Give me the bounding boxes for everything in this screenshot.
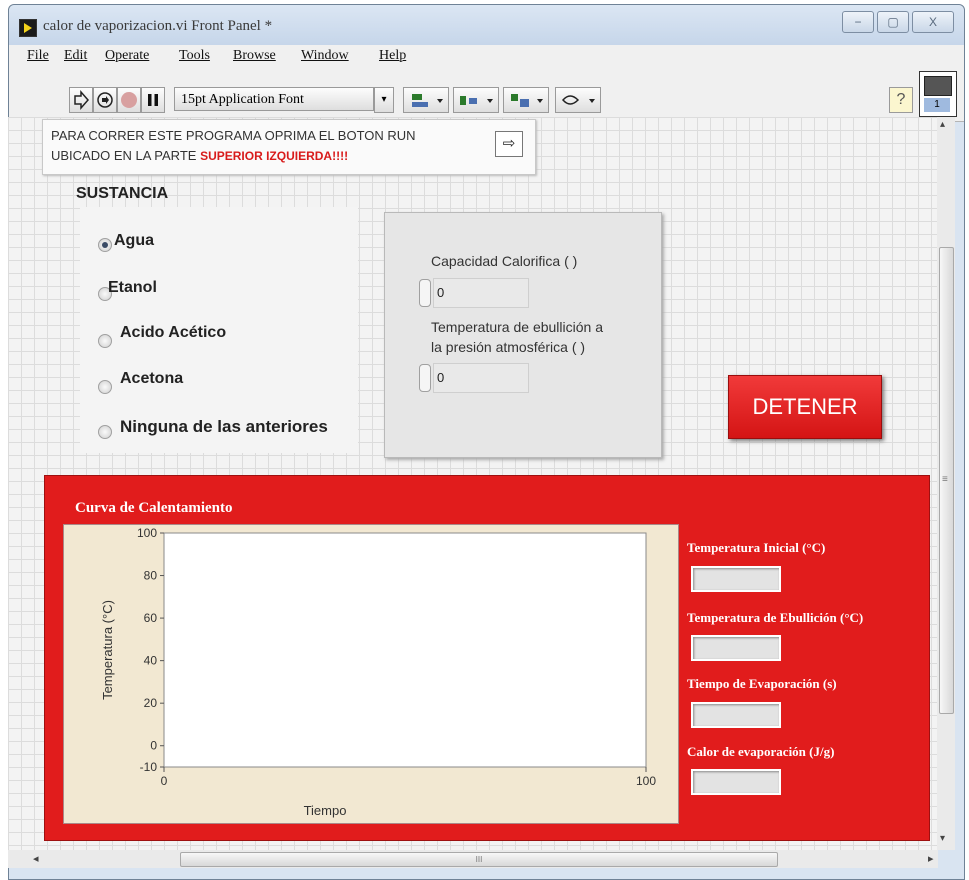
graph-frame: 100 80 60 40 20 0 -10 0 100 Tiempo Temperatura (°C…	[63, 524, 679, 824]
abort-button[interactable]	[117, 87, 141, 113]
vertical-scroll-thumb[interactable]: ≡	[939, 247, 954, 714]
radio-agua[interactable]	[98, 238, 112, 252]
scroll-right-arrow[interactable]: ▸	[928, 852, 934, 865]
menu-browse[interactable]: Browse	[233, 48, 276, 64]
label-acido-acetico: Acido Acético	[120, 324, 227, 341]
horizontal-scrollbar[interactable]: ◂ III ▸	[8, 850, 938, 868]
x-tick-label: 0	[161, 774, 168, 788]
instructions-line1: PARA CORRER ESTE PROGRAMA OPRIMA EL BOTO…	[51, 128, 416, 143]
resize-objects-icon	[511, 94, 543, 107]
scroll-down-arrow[interactable]: ▾	[940, 833, 945, 844]
label-acetona: Acetona	[120, 370, 184, 387]
temp-input[interactable]: 0	[433, 363, 529, 393]
instructions-line2-prefix: UBICADO EN LA PARTE	[51, 148, 201, 163]
abort-stop-icon	[121, 92, 137, 108]
y-tick-label: 60	[144, 611, 158, 625]
temp-label-line1: Temperatura de ebullición a	[431, 319, 603, 335]
connector-pane: 1	[924, 98, 950, 112]
temp-inicial-indicator	[691, 566, 781, 592]
align-objects-button[interactable]	[403, 87, 449, 113]
y-tick-label: 100	[137, 526, 157, 540]
reorder-icon	[562, 95, 595, 105]
maximize-button[interactable]: ▢	[877, 11, 909, 33]
context-help-button[interactable]: ?	[889, 87, 913, 113]
temp-incrementer[interactable]	[419, 364, 431, 392]
radio-acido-acetico[interactable]	[98, 334, 112, 348]
menu-edit[interactable]: Edit	[64, 48, 87, 64]
scroll-left-arrow[interactable]: ◂	[33, 852, 39, 865]
sustancia-title: SUSTANCIA	[76, 185, 169, 202]
instructions-box: PARA CORRER ESTE PROGRAMA OPRIMA EL BOTO…	[42, 119, 536, 175]
run-arrow-icon	[74, 90, 89, 110]
menu-operate[interactable]: Operate	[105, 48, 149, 64]
label-ninguna: Ninguna de las anteriores	[120, 417, 328, 436]
run-button[interactable]	[69, 87, 93, 113]
capacidad-input[interactable]: 0	[433, 278, 529, 308]
y-tick-label: 20	[144, 696, 158, 710]
calor-evaporacion-indicator	[691, 769, 781, 795]
chart-title: Curva de Calentamiento	[75, 500, 233, 516]
close-button[interactable]: X	[912, 11, 954, 33]
results-panel: Curva de Calentamiento 100 80 60 40 20 0 -10 0 1…	[44, 475, 930, 841]
align-objects-icon	[412, 94, 443, 107]
temp-ebullicion-indicator	[691, 635, 781, 661]
menu-bar: File Edit Operate Tools Browse Window He…	[9, 45, 964, 67]
vertical-scrollbar[interactable]: ▴ ≡ ▾	[937, 117, 955, 850]
x-tick-label: 100	[636, 774, 656, 788]
menu-tools[interactable]: Tools	[179, 48, 210, 64]
scroll-up-arrow[interactable]: ▴	[940, 119, 945, 130]
temp-ebullicion-label: Temperatura de Ebullición (°C)	[687, 610, 864, 625]
run-continuously-button[interactable]	[93, 87, 117, 113]
vi-icon-screen	[924, 76, 952, 96]
resize-objects-button[interactable]	[503, 87, 549, 113]
radio-acetona[interactable]	[98, 380, 112, 394]
run-continuously-icon	[97, 92, 113, 108]
pause-icon	[148, 94, 158, 106]
vi-icon[interactable]: 1	[919, 71, 957, 117]
window-title: calor de vaporizacion.vi Front Panel *	[43, 18, 273, 34]
label-agua: Agua	[114, 232, 154, 249]
toolbar: 15pt Application Font ▾ ? 1	[9, 67, 964, 122]
tiempo-evaporacion-indicator	[691, 702, 781, 728]
menu-help[interactable]: Help	[379, 48, 406, 64]
title-bar: calor de vaporizacion.vi Front Panel * −…	[9, 5, 964, 45]
menu-file[interactable]: File	[27, 48, 49, 64]
calor-evaporacion-label: Calor de evaporación (J/g)	[687, 744, 835, 759]
heating-curve-chart: 100806040200-100 100TiempoTemperatura (°C…	[100, 526, 656, 818]
detener-button[interactable]: DETENER	[728, 375, 882, 439]
temp-label-line2: la presión atmosférica ( )	[431, 339, 586, 355]
y-tick-label: 0	[150, 739, 157, 753]
reorder-button[interactable]	[555, 87, 601, 113]
instructions-highlight: SUPERIOR IZQUIERDA!!!!	[200, 149, 349, 163]
temp-inicial-label: Temperatura Inicial (°C)	[687, 540, 826, 555]
horizontal-scroll-thumb[interactable]: III	[180, 852, 778, 867]
distribute-objects-button[interactable]	[453, 87, 499, 113]
temp-value: 0	[437, 370, 445, 385]
plot-area	[163, 532, 647, 768]
x-axis-label: Tiempo	[304, 803, 347, 818]
label-etanol: Etanol	[108, 279, 157, 296]
distribute-objects-icon	[460, 96, 493, 105]
capacidad-label: Capacidad Calorifica ( )	[431, 253, 578, 269]
tiempo-evaporacion-label: Tiempo de Evaporación (s)	[687, 676, 837, 691]
run-arrow-icon: ⇨	[495, 131, 523, 157]
properties-panel: Capacidad Calorifica ( ) 0 Temperatura d…	[384, 212, 662, 458]
pause-button[interactable]	[141, 87, 165, 113]
y-tick-label: 40	[144, 654, 158, 668]
y-axis-label: Temperatura (°C)	[100, 600, 115, 700]
minimize-button[interactable]: −	[842, 11, 874, 33]
capacidad-value: 0	[437, 285, 445, 300]
y-tick-label: 80	[144, 569, 158, 583]
y-tick-label: -10	[140, 760, 158, 774]
scroll-grip: ≡	[942, 474, 948, 485]
front-panel: PARA CORRER ESTE PROGRAMA OPRIMA EL BOTO…	[8, 117, 938, 850]
instructions-line2: UBICADO EN LA PARTE SUPERIOR IZQUIERDA!!…	[51, 148, 348, 163]
labview-app-icon	[19, 19, 37, 37]
font-selector[interactable]: 15pt Application Font	[174, 87, 374, 111]
font-dropdown-icon[interactable]: ▾	[374, 87, 394, 113]
menu-window[interactable]: Window	[301, 48, 349, 64]
capacidad-incrementer[interactable]	[419, 279, 431, 307]
radio-ninguna[interactable]	[98, 425, 112, 439]
